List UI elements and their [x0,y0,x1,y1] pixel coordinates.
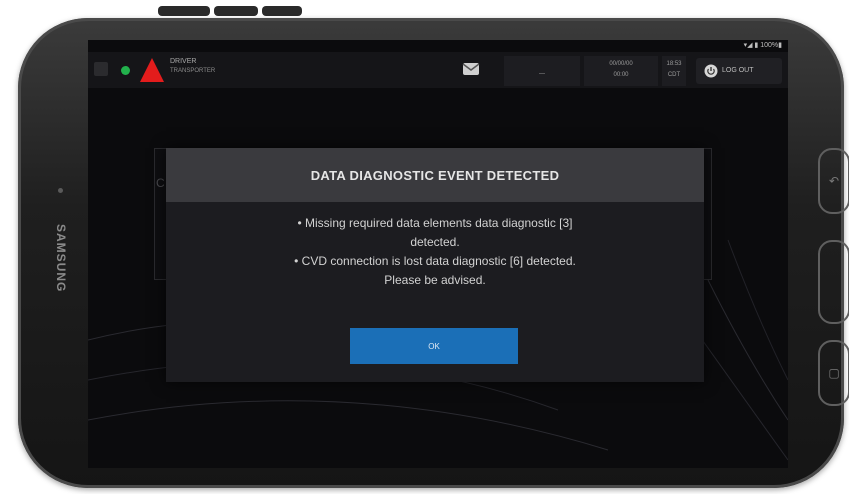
background-panel-letter: C [156,176,165,190]
photo-stage: SAMSUNG ↶ ▢ ▾◢ ▮ 100%▮ DRIVER TRANSPORTE… [0,0,849,494]
power-key [158,6,210,16]
back-key[interactable]: ↶ [818,148,849,214]
dialog-title: DATA DIAGNOSTIC EVENT DETECTED [310,167,560,183]
logout-button[interactable]: LOG OUT [696,58,782,84]
tablet-top-buttons [158,6,308,18]
clock-zone: CDT [667,72,681,78]
warning-triangle-icon[interactable] [139,57,165,83]
system-status-bar: ▾◢ ▮ 100%▮ [88,40,788,52]
dialog-header: DATA DIAGNOSTIC EVENT DETECTED [166,148,704,202]
diagnostic-dialog: DATA DIAGNOSTIC EVENT DETECTED • Missing… [166,148,704,382]
app-header: DRIVER TRANSPORTER — 00/00/00 00:00 18:5… [88,52,788,88]
clock-time: 18:53 [666,61,682,67]
dialog-message: • Missing required data elements data di… [186,214,684,290]
volume-up-key [214,6,258,16]
logout-label: LOG OUT [722,67,754,74]
system-status-text: ▾◢ ▮ 100%▮ [743,42,782,49]
power-icon [704,64,718,78]
mail-icon[interactable] [461,60,481,78]
dialog-line-3: • CVD connection is lost data diagnostic… [294,254,576,268]
tablet-screen: ▾◢ ▮ 100%▮ DRIVER TRANSPORTER — 00/00/00… [88,40,788,468]
recent-apps-key[interactable]: ▢ [818,340,849,406]
connection-status-dot [121,66,130,75]
back-icon: ↶ [828,174,840,188]
status-cell-b-bottom: 00:00 [613,72,629,78]
dialog-line-2: detected. [410,235,460,249]
dialog-line-1: • Missing required data elements data di… [297,216,573,230]
front-sensor [58,188,63,193]
volume-down-key [262,6,302,16]
status-cell-a-value: — [539,71,545,77]
clock-cell: 18:53 CDT [662,56,686,86]
home-key[interactable] [818,240,849,324]
menu-icon[interactable] [94,62,108,76]
status-cell-b: 00/00/00 00:00 [584,56,658,86]
driver-name: TRANSPORTER [170,68,216,74]
status-cell-a: — [504,56,580,86]
dialog-line-4: Please be advised. [384,273,486,287]
status-cell-b-top: 00/00/00 [609,61,633,67]
driver-label: DRIVER [170,58,197,65]
recent-apps-icon: ▢ [828,366,840,380]
ok-button[interactable]: OK [350,328,518,364]
brand-logo: SAMSUNG [54,224,68,293]
